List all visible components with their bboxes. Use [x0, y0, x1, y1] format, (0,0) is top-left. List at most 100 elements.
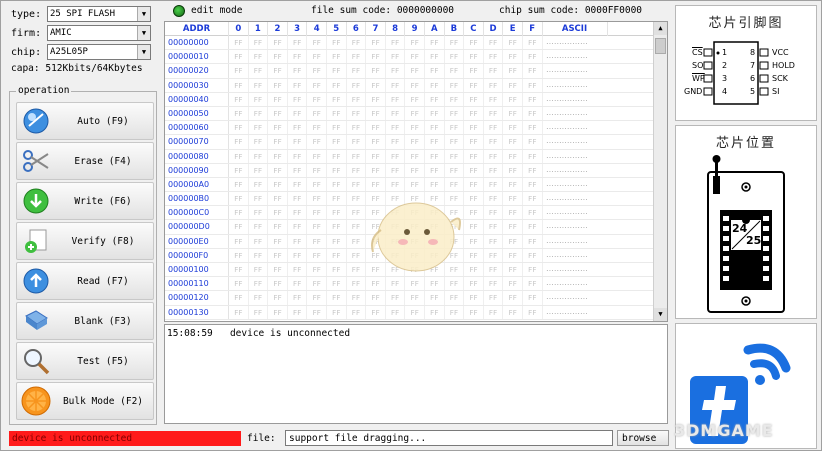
hex-byte-cell[interactable]: FF — [405, 305, 425, 319]
hex-byte-cell[interactable]: FF — [464, 64, 484, 78]
hex-byte-cell[interactable]: FF — [268, 78, 288, 92]
hex-byte-cell[interactable]: FF — [405, 78, 425, 92]
scroll-down-icon[interactable]: ▼ — [654, 308, 667, 321]
hex-byte-cell[interactable]: FF — [249, 305, 269, 319]
hex-byte-cell[interactable]: FF — [307, 305, 327, 319]
hex-byte-cell[interactable]: FF — [288, 220, 308, 234]
hex-scrollbar[interactable]: ▲ ▼ — [653, 22, 667, 321]
hex-byte-cell[interactable]: FF — [523, 50, 543, 64]
hex-byte-cell[interactable]: FF — [229, 50, 249, 64]
scroll-thumb[interactable] — [655, 38, 666, 54]
hex-byte-cell[interactable]: FF — [307, 92, 327, 106]
hex-byte-cell[interactable]: FF — [307, 135, 327, 149]
hex-byte-cell[interactable]: FF — [347, 64, 367, 78]
hex-byte-cell[interactable]: FF — [229, 305, 249, 319]
test-button[interactable]: Test (F5) — [16, 342, 154, 380]
hex-byte-cell[interactable]: FF — [288, 234, 308, 248]
hex-byte-cell[interactable]: FF — [288, 206, 308, 220]
blank-button[interactable]: Blank (F3) — [16, 302, 154, 340]
hex-byte-cell[interactable]: FF — [327, 163, 347, 177]
hex-byte-cell[interactable]: FF — [405, 106, 425, 121]
hex-byte-cell[interactable]: FF — [288, 36, 308, 50]
hex-byte-cell[interactable]: FF — [229, 234, 249, 248]
hex-byte-cell[interactable]: FF — [386, 50, 406, 64]
hex-byte-cell[interactable]: FF — [229, 106, 249, 121]
hex-byte-cell[interactable]: FF — [503, 121, 523, 135]
hex-byte-cell[interactable]: FF — [523, 248, 543, 262]
hex-byte-cell[interactable]: FF — [484, 135, 504, 149]
hex-byte-cell[interactable]: FF — [366, 163, 386, 177]
hex-byte-cell[interactable]: FF — [229, 263, 249, 277]
browse-button[interactable]: browse — [617, 430, 669, 446]
hex-byte-cell[interactable]: FF — [386, 92, 406, 106]
hex-byte-cell[interactable]: FF — [268, 192, 288, 206]
hex-row[interactable]: 00000000 FF FF FF FF FF FF FF FF FF FF FF FF FF FF FF FF… — [165, 36, 655, 51]
hex-byte-cell[interactable]: FF — [523, 64, 543, 78]
hex-byte-cell[interactable]: FF — [288, 291, 308, 305]
hex-byte-cell[interactable]: FF — [503, 234, 523, 248]
hex-byte-cell[interactable]: FF — [484, 206, 504, 220]
hex-byte-cell[interactable]: FF — [386, 291, 406, 305]
hex-byte-cell[interactable]: FF — [327, 64, 347, 78]
hex-byte-cell[interactable]: FF — [523, 220, 543, 234]
hex-byte-cell[interactable]: FF — [307, 36, 327, 50]
hex-byte-cell[interactable]: FF — [464, 305, 484, 319]
hex-byte-cell[interactable]: FF — [249, 220, 269, 234]
hex-byte-cell[interactable]: FF — [288, 64, 308, 78]
erase-button[interactable]: Erase (F4) — [16, 142, 154, 180]
hex-byte-cell[interactable]: FF — [523, 36, 543, 50]
hex-byte-cell[interactable]: FF — [464, 92, 484, 106]
hex-byte-cell[interactable]: FF — [249, 234, 269, 248]
hex-row[interactable]: 00000090 FF FF FF FF FF FF FF FF FF FF FF FF FF FF FF FF… — [165, 163, 655, 178]
hex-byte-cell[interactable]: FF — [327, 192, 347, 206]
hex-byte-cell[interactable]: FF — [307, 177, 327, 192]
hex-byte-cell[interactable]: FF — [523, 135, 543, 149]
hex-byte-cell[interactable]: FF — [327, 106, 347, 121]
firm-select[interactable]: AMIC ▼ — [47, 25, 151, 41]
hex-byte-cell[interactable]: FF — [307, 78, 327, 92]
hex-byte-cell[interactable]: FF — [484, 305, 504, 319]
chevron-down-icon[interactable]: ▼ — [137, 7, 150, 21]
hex-byte-cell[interactable]: FF — [464, 163, 484, 177]
hex-byte-cell[interactable]: FF — [484, 121, 504, 135]
hex-row[interactable]: 00000080 FF FF FF FF FF FF FF FF FF FF FF FF FF FF FF FF… — [165, 149, 655, 164]
hex-byte-cell[interactable]: FF — [249, 291, 269, 305]
hex-byte-cell[interactable]: FF — [327, 135, 347, 149]
hex-byte-cell[interactable]: FF — [307, 220, 327, 234]
hex-byte-cell[interactable]: FF — [523, 149, 543, 163]
hex-byte-cell[interactable]: FF — [268, 291, 288, 305]
hex-byte-cell[interactable]: FF — [405, 64, 425, 78]
hex-byte-cell[interactable]: FF — [425, 121, 445, 135]
hex-byte-cell[interactable]: FF — [229, 78, 249, 92]
hex-byte-cell[interactable]: FF — [523, 277, 543, 291]
hex-byte-cell[interactable]: FF — [484, 36, 504, 50]
hex-byte-cell[interactable]: FF — [249, 192, 269, 206]
hex-byte-cell[interactable]: FF — [307, 163, 327, 177]
hex-byte-cell[interactable]: FF — [445, 36, 465, 50]
hex-byte-cell[interactable]: FF — [484, 263, 504, 277]
hex-byte-cell[interactable]: FF — [425, 50, 445, 64]
hex-byte-cell[interactable]: FF — [366, 106, 386, 121]
hex-byte-cell[interactable]: FF — [503, 192, 523, 206]
hex-byte-cell[interactable]: FF — [229, 220, 249, 234]
hex-row[interactable]: 00000120 FF FF FF FF FF FF FF FF FF FF FF FF FF FF FF FF… — [165, 291, 655, 306]
hex-byte-cell[interactable]: FF — [307, 106, 327, 121]
hex-byte-cell[interactable]: FF — [268, 121, 288, 135]
hex-byte-cell[interactable]: FF — [405, 121, 425, 135]
hex-byte-cell[interactable]: FF — [484, 64, 504, 78]
hex-row[interactable]: 00000070 FF FF FF FF FF FF FF FF FF FF FF FF FF FF FF FF… — [165, 135, 655, 150]
hex-byte-cell[interactable]: FF — [327, 263, 347, 277]
hex-row[interactable]: 00000130 FF FF FF FF FF FF FF FF FF FF FF FF FF FF FF FF… — [165, 305, 655, 320]
hex-byte-cell[interactable]: FF — [425, 305, 445, 319]
hex-byte-cell[interactable]: FF — [327, 291, 347, 305]
hex-byte-cell[interactable]: FF — [229, 291, 249, 305]
hex-byte-cell[interactable]: FF — [249, 36, 269, 50]
hex-byte-cell[interactable]: FF — [347, 106, 367, 121]
hex-byte-cell[interactable]: FF — [268, 220, 288, 234]
hex-byte-cell[interactable]: FF — [268, 64, 288, 78]
hex-byte-cell[interactable]: FF — [484, 220, 504, 234]
hex-byte-cell[interactable]: FF — [347, 291, 367, 305]
edit-mode-label[interactable]: edit mode — [191, 5, 242, 16]
hex-byte-cell[interactable]: FF — [268, 36, 288, 50]
hex-byte-cell[interactable]: FF — [445, 163, 465, 177]
